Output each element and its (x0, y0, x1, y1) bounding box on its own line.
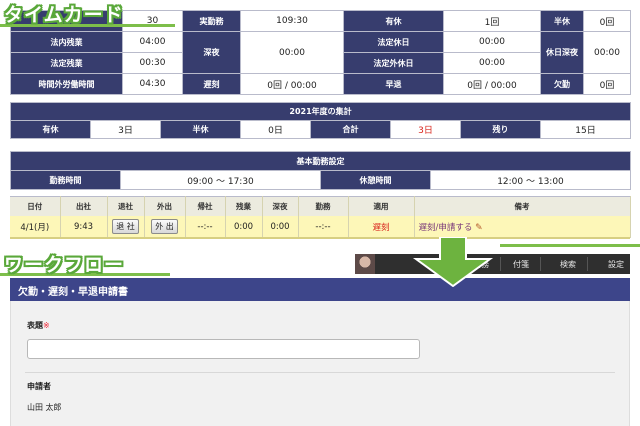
summary-value: 0回 / 00:00 (240, 73, 344, 95)
summary-label: 休日深夜 (540, 31, 584, 74)
summary-value: 1回 (443, 10, 541, 32)
summary-value: 00:00 (583, 31, 631, 74)
basic-label: 勤務時間 (10, 170, 121, 190)
green-divider (500, 244, 640, 247)
summary-label: 実勤務 (182, 10, 241, 32)
row-go-out-cell: 外 出 (144, 215, 186, 238)
col-header: 退社 (107, 196, 145, 216)
row-date: 4/1(月) (10, 215, 61, 238)
row-night: 0:00 (262, 215, 299, 238)
summary-label: 早退 (343, 73, 444, 95)
summary-label: 時間外労働時間 (10, 73, 123, 95)
go-out-button[interactable]: 外 出 (151, 219, 178, 234)
col-header: 備考 (414, 196, 631, 216)
applicant-value: 山田 太郎 (27, 403, 62, 412)
yearly-label: 合計 (310, 120, 391, 139)
yearly-total-value: 3日 (390, 120, 461, 139)
row-overtime: 0:00 (225, 215, 263, 238)
summary-label: 半休 (540, 10, 584, 32)
apply-link[interactable]: 遅刻/申請する (419, 223, 473, 233)
row-work: --:-- (298, 215, 349, 238)
pencil-icon[interactable]: ✎ (475, 223, 483, 233)
yearly-label: 残り (460, 120, 541, 139)
yearly-value: 3日 (90, 120, 161, 139)
workflow-title-bar: 欠勤・遅刻・早退申請書 (10, 278, 630, 301)
summary-label: 深夜 (182, 31, 241, 74)
yearly-label: 有休 (10, 120, 91, 139)
col-header: 勤務 (298, 196, 349, 216)
row-clock-in: 9:43 (60, 215, 108, 238)
col-header: 適用 (348, 196, 415, 216)
summary-value: 00:30 (122, 52, 183, 74)
nav-divider (540, 257, 541, 271)
yearly-value: 15日 (539, 120, 632, 139)
col-header: 出社 (60, 196, 108, 216)
subject-label: 表題※ (27, 321, 50, 330)
col-header: 残業 (225, 196, 263, 216)
summary-value: 00:00 (443, 52, 541, 74)
nav-divider (500, 257, 501, 271)
summary-label: 法定休日 (343, 31, 444, 53)
yearly-title: 2021年度の集計 (9, 102, 632, 121)
summary-label: 有休 (343, 10, 444, 32)
summary-label: 法定残業 (10, 52, 123, 74)
basic-title: 基本勤務設定 (10, 151, 631, 171)
row-note: 遅刻/申請する ✎ (414, 215, 631, 238)
nav-item-search[interactable]: 検索 (560, 259, 576, 270)
col-header: 外出 (144, 196, 186, 216)
timecard-label: タイムカード (4, 4, 124, 26)
summary-label: 法内残業 (10, 31, 123, 53)
summary-value: 0回 / 00:00 (443, 73, 541, 95)
workflow-form-panel: 表題※ 申請者 山田 太郎 (10, 301, 630, 426)
summary-value: 0回 (583, 73, 631, 95)
summary-value: 00:00 (240, 31, 344, 74)
basic-value: 12:00 〜 13:00 (430, 170, 631, 190)
col-header: 日付 (10, 196, 61, 216)
daily-table: 日付 出社 退社 外出 帰社 残業 深夜 勤務 適用 備考 4/1(月) 9:4… (10, 196, 631, 238)
nav-item-settings[interactable]: 設定 (608, 259, 624, 270)
col-header: 帰社 (185, 196, 226, 216)
basic-settings-table: 基本勤務設定 勤務時間 09:00 〜 17:30 休憩時間 12:00 〜 1… (10, 151, 631, 190)
summary-value: 04:00 (122, 31, 183, 53)
workflow-title: 欠勤・遅刻・早退申請書 (18, 287, 128, 298)
row-applied: 遅刻 (348, 215, 415, 238)
required-mark: ※ (43, 321, 50, 330)
basic-label: 休憩時間 (320, 170, 431, 190)
summary-value: 30 (122, 10, 183, 32)
summary-label: 欠勤 (540, 73, 584, 95)
yearly-summary-table: 2021年度の集計 有休 3日 半休 0日 合計 3日 残り 15日 (9, 102, 632, 139)
clock-out-button[interactable]: 退 社 (112, 219, 139, 234)
nav-item-sticky[interactable]: 付箋 (513, 259, 529, 270)
summary-label: 法定外休日 (343, 52, 444, 74)
summary-value: 04:30 (122, 73, 183, 95)
row-bottom-border (10, 237, 630, 239)
row-return: --:-- (185, 215, 226, 238)
row-clock-out-cell: 退 社 (107, 215, 145, 238)
divider (25, 372, 615, 373)
nav-divider (587, 257, 588, 271)
workflow-label: ワークフロー (4, 254, 125, 276)
avatar[interactable] (355, 254, 375, 274)
subject-input[interactable] (27, 339, 420, 359)
summary-value: 109:30 (240, 10, 344, 32)
applicant-label: 申請者 (27, 382, 51, 391)
yearly-value: 0日 (240, 120, 311, 139)
summary-value: 0回 (583, 10, 631, 32)
summary-label: 遅刻 (182, 73, 241, 95)
basic-value: 09:00 〜 17:30 (120, 170, 321, 190)
yearly-label: 半休 (160, 120, 241, 139)
down-arrow-icon (412, 237, 494, 287)
summary-value: 00:00 (443, 31, 541, 53)
table-row: 4/1(月) 9:43 退 社 外 出 --:-- 0:00 0:00 --:-… (10, 215, 631, 238)
col-header: 深夜 (262, 196, 299, 216)
